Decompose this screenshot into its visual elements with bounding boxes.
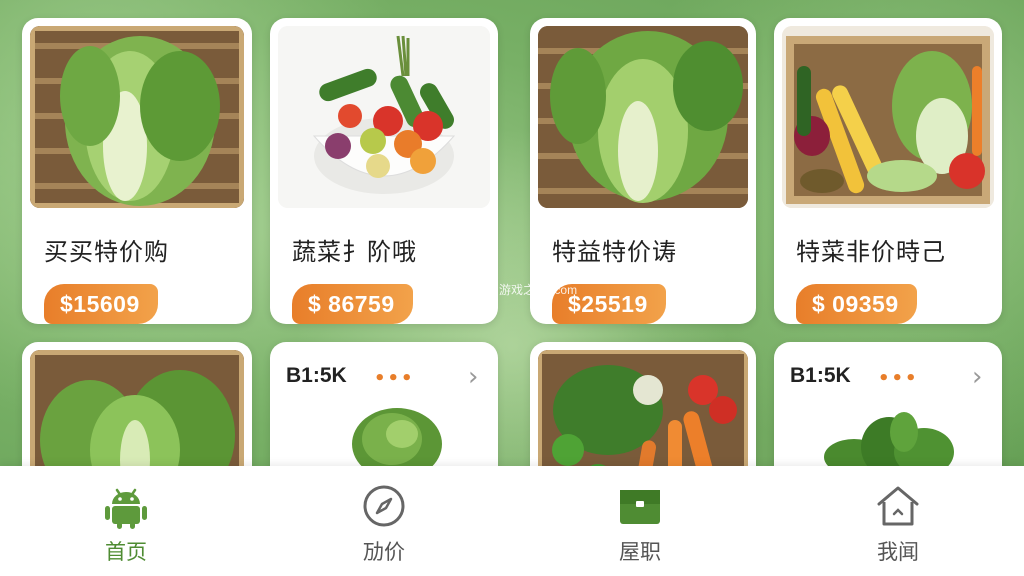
tab-jobs[interactable]: 屋职: [560, 466, 720, 576]
android-icon: [105, 488, 147, 529]
product-title: 特菜非价時己: [796, 238, 946, 266]
chevron-right-icon[interactable]: ›: [972, 362, 982, 392]
price-badge: $ 09359: [796, 284, 917, 324]
watermark: K73 游戏之家 .com: [440, 268, 577, 302]
tab-home[interactable]: 首页: [46, 466, 206, 576]
product-title: 买买特价购: [44, 238, 169, 266]
tab-label: 我闻: [877, 540, 919, 564]
product-image-cabbage-crate: [30, 26, 244, 208]
product-card-4[interactable]: 特菜非价時己 $ 09359: [774, 18, 1002, 324]
tab-deals[interactable]: 劢价: [304, 466, 464, 576]
watermark-domain: .com: [551, 283, 578, 297]
tab-label: 首页: [105, 540, 147, 564]
product-image-mixed-vegetable-box: [782, 26, 994, 208]
product-title: 蔬菜扌阶哦: [292, 238, 417, 266]
product-title: 特益特价诪: [552, 238, 677, 266]
bottom-tab-bar: 首页 劢价 屋职 我闻: [0, 466, 1024, 576]
product-image-vegetable-bowl: [278, 26, 490, 208]
watermark-sub: 游戏之家: [499, 283, 548, 297]
price-badge: $15609: [44, 284, 158, 324]
product-card-1[interactable]: 买买特价购 $15609: [22, 18, 252, 324]
more-dots-icon[interactable]: •••: [374, 368, 415, 389]
more-dots-icon[interactable]: •••: [878, 368, 919, 389]
lettuce-image: [352, 408, 442, 474]
compass-icon: [363, 485, 405, 527]
watermark-main: K73: [440, 268, 496, 301]
tab-label: 劢价: [363, 540, 405, 564]
chevron-right-icon[interactable]: ›: [468, 362, 478, 392]
home-icon: [877, 486, 919, 526]
product-image-cabbage-crate: [538, 26, 748, 208]
spinach-image: [824, 412, 954, 472]
mini-card-header: B1:5K: [790, 364, 851, 387]
price-badge: $ 86759: [292, 284, 413, 324]
briefcase-icon: [620, 490, 660, 524]
mini-card-header: B1:5K: [286, 364, 347, 387]
tab-label: 屋职: [619, 540, 661, 564]
tab-me[interactable]: 我闻: [818, 466, 978, 576]
